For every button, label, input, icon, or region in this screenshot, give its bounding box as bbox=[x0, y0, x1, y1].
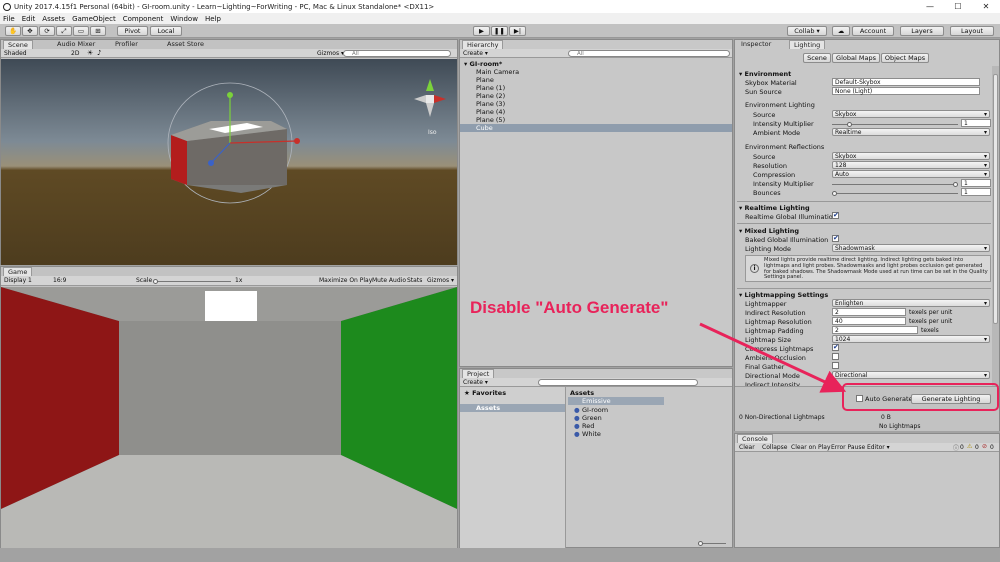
annotation-arrow bbox=[699, 322, 847, 393]
annotation-overlay bbox=[699, 322, 999, 411]
annotation-highlight-box bbox=[842, 383, 999, 411]
